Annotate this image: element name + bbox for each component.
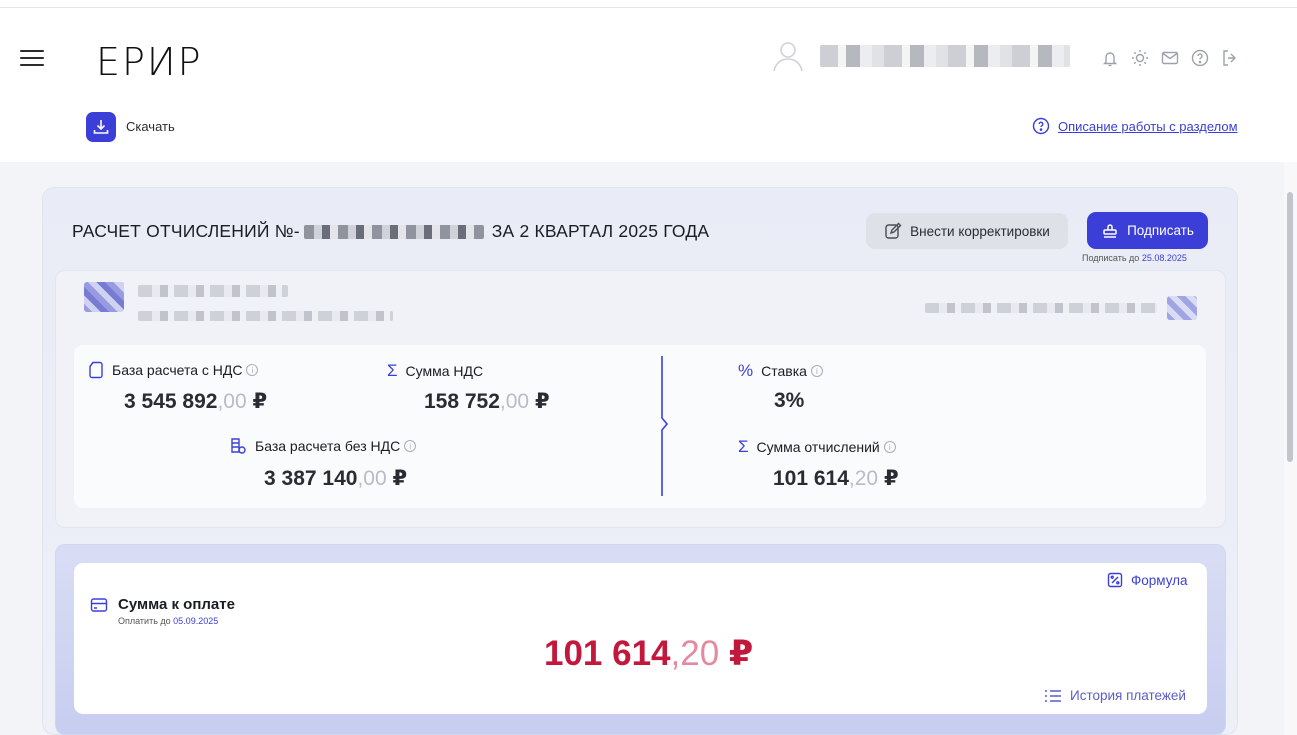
logout-icon[interactable] [1220,48,1240,68]
base-novat-value: 3 387 140,00 ₽ [264,467,408,490]
formula-link[interactable]: Формула [1107,572,1188,588]
section-help-link[interactable]: Описание работы с разделом [1032,117,1238,135]
rate-value: 3% [774,389,805,412]
help-icon[interactable] [1190,48,1210,68]
vat-sum-label-row: Σ Сумма НДС [387,361,484,380]
report-number-redacted [303,224,484,239]
help-link-text[interactable]: Описание работы с разделом [1058,119,1238,134]
report-title-suffix: ЗА 2 КВАРТАЛ 2025 ГОДА [491,221,710,241]
app-logo[interactable]: ЕРИР [96,38,203,86]
download-icon [93,120,109,134]
sigma-icon: Σ [738,437,749,456]
mail-icon[interactable] [1160,48,1180,68]
deductions-value: 101 614,20 ₽ [773,467,899,490]
database-icon [231,438,246,454]
info-icon[interactable]: i [404,440,417,452]
rate-label-row: % Ставка i [738,361,823,381]
sign-deadline: Подписать до 25.08.2025 [1082,253,1187,263]
base-novat-label-row: База расчета без НДС i [229,437,417,455]
user-name-redacted [820,45,1070,67]
vat-sum-value: 158 752,00 ₽ [424,390,550,413]
info-icon[interactable]: i [246,364,259,376]
sign-button[interactable]: Подписать [1087,212,1208,249]
bell-icon[interactable] [1100,48,1120,68]
menu-icon[interactable] [20,48,44,66]
payment-deadline-date: 05.09.2025 [173,616,219,626]
header-toolbar [1100,48,1240,68]
make-corrections-label: Внести корректировки [910,223,1050,239]
payment-deadline: Оплатить до 05.09.2025 [118,616,219,626]
base-vat-value: 3 545 892,00 ₽ [124,390,268,413]
user-profile[interactable] [770,36,1070,76]
report-title-prefix: РАСЧЕТ ОТЧИСЛЕНИЙ №- [72,221,300,241]
scrollbar-thumb[interactable] [1287,192,1293,462]
info-icon[interactable]: i [883,441,896,453]
organization-badge-redacted [1167,296,1197,320]
payment-history-link[interactable]: История платежей [1044,688,1186,703]
bracket-divider [661,356,669,496]
sign-deadline-date: 25.08.2025 [1141,253,1187,263]
download-button[interactable] [86,112,116,142]
make-corrections-button[interactable]: Внести корректировки [866,213,1068,249]
help-circle-icon [1032,117,1050,135]
report-title: РАСЧЕТ ОТЧИСЛЕНИЙ №- ЗА 2 КВАРТАЛ 2025 Г… [72,221,709,242]
top-border [0,0,1297,8]
list-icon [1045,689,1061,702]
organization-name-redacted [138,285,288,297]
lightbulb-icon[interactable] [1130,48,1150,68]
base-vat-label-row: База расчета с НДС i [88,361,259,379]
deductions-label-row: Σ Сумма отчислений i [738,437,896,457]
download-label[interactable]: Скачать [126,119,175,134]
percent-icon: % [738,361,754,380]
organization-meta-redacted [925,303,1157,313]
info-icon[interactable]: i [810,365,823,377]
stamp-icon [1103,223,1117,238]
document-icon [89,361,103,379]
organization-avatar-redacted [84,282,124,312]
card-icon [90,597,108,612]
user-icon [773,42,803,72]
payment-amount: 101 614,20 ₽ [544,634,754,673]
payment-title-row: Сумма к оплате [90,596,235,613]
edit-icon [885,222,902,239]
organization-details-redacted [138,311,393,321]
sign-label: Подписать [1127,223,1194,238]
sigma-icon: Σ [387,361,398,380]
formula-icon [1107,572,1123,588]
